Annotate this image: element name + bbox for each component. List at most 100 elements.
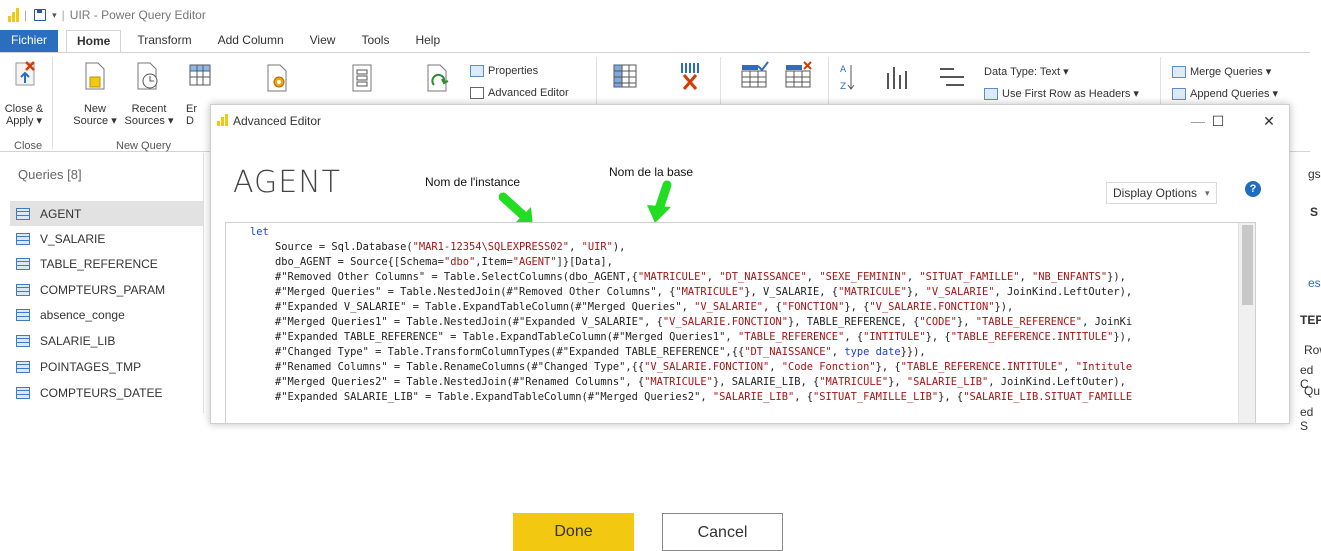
code-string: "TABLE_REFERENCE.INTITULE" xyxy=(900,361,1064,373)
enter-data-button[interactable]: Er D xyxy=(186,103,204,127)
advanced-editor-button[interactable]: Advanced Editor xyxy=(470,87,569,99)
close-apply-button[interactable]: Close & Apply ▾ xyxy=(2,103,46,127)
data-type-label: Data Type: Text ▾ xyxy=(984,66,1069,78)
tab-help[interactable]: Help xyxy=(405,30,450,52)
arrow-to-database-icon xyxy=(647,180,672,223)
quick-access-dropdown-icon[interactable]: ▾ xyxy=(52,10,57,21)
cancel-button[interactable]: Cancel xyxy=(662,513,783,551)
code-text: }), xyxy=(1113,331,1133,343)
group-label-new-query: New Query xyxy=(116,140,172,152)
code-string: "AGENT" xyxy=(512,256,557,268)
query-item-compteurs-datee[interactable]: COMPTEURS_DATEE xyxy=(10,380,204,405)
code-string: "MATRICULE" xyxy=(637,271,707,283)
code-string: "MATRICULE" xyxy=(819,376,889,388)
close-button[interactable]: ✕ xyxy=(1254,109,1284,133)
new-source-label-1: New xyxy=(83,103,106,115)
code-text: }, { xyxy=(875,361,901,373)
code-text: , xyxy=(1019,271,1033,283)
settings-fragment: Row xyxy=(1304,343,1321,357)
code-line: #"Changed Type" = Table.TransformColumnT… xyxy=(250,345,1132,360)
code-text: , xyxy=(1063,361,1076,373)
close-apply-label-1: Close & xyxy=(4,103,44,115)
data-source-settings-icon xyxy=(267,64,287,92)
split-column-icon xyxy=(887,67,907,89)
enter-data-label-2: D xyxy=(186,115,194,127)
query-item-label: COMPTEURS_DATEE xyxy=(40,385,163,400)
title-separator: | xyxy=(24,8,28,22)
code-string: "SALARIE_LIB" xyxy=(712,391,795,403)
query-item-label: absence_conge xyxy=(40,307,125,322)
data-type-button[interactable]: Data Type: Text ▾ xyxy=(984,65,1069,78)
code-line: Source = Sql.Database("MAR1-12354\SQLEXP… xyxy=(250,240,1132,255)
code-string: "INTITULE" xyxy=(863,331,926,343)
code-text: }, TABLE_REFERENCE, { xyxy=(788,316,920,328)
recent-sources-button[interactable]: Recent Sources ▾ xyxy=(122,103,176,127)
vertical-scrollbar[interactable] xyxy=(1238,223,1255,423)
code-text: }, V_SALARIE, { xyxy=(744,286,839,298)
code-string: "V_SALARIE" xyxy=(694,301,763,313)
query-item-pointages-tmp[interactable]: POINTAGES_TMP xyxy=(10,354,204,379)
code-text: ]}[Data], xyxy=(556,256,613,268)
sort-icon: A Z xyxy=(840,65,855,92)
query-item-table-reference[interactable]: TABLE_REFERENCE xyxy=(10,251,204,276)
code-text: , xyxy=(706,271,720,283)
code-string: "TABLE_REFERENCE" xyxy=(975,316,1083,328)
new-source-button[interactable]: New Source ▾ xyxy=(72,103,118,127)
save-icon[interactable] xyxy=(34,9,47,21)
code-string: "V_SALARIE.FONCTION" xyxy=(644,361,770,373)
settings-fragment: es xyxy=(1308,276,1321,290)
properties-icon xyxy=(470,65,484,77)
code-editor[interactable]: let Source = Sql.Database("MAR1-12354\SQ… xyxy=(225,222,1256,423)
code-keyword: let xyxy=(250,226,269,238)
code-text: }), xyxy=(994,301,1014,313)
svg-text:Z: Z xyxy=(840,82,846,92)
new-source-icon xyxy=(85,62,105,90)
tab-fichier[interactable]: Fichier xyxy=(0,30,59,52)
settings-fragment: TEPS xyxy=(1300,313,1321,327)
properties-button[interactable]: Properties xyxy=(470,65,538,77)
query-item-absence-conge[interactable]: absence_conge xyxy=(10,302,204,327)
merge-queries-button[interactable]: Merge Queries ▾ xyxy=(1172,65,1271,78)
query-item-agent[interactable]: AGENT xyxy=(10,201,204,226)
code-text: #"Merged Queries1" = Table.NestedJoin(#"… xyxy=(250,316,663,328)
annotation-database-name: Nom de la base xyxy=(609,165,694,179)
help-icon[interactable]: ? xyxy=(1245,181,1261,197)
manage-parameters-icon xyxy=(352,64,372,92)
code-text: Source = Sql.Database( xyxy=(250,241,413,253)
title-separator: | xyxy=(61,8,65,22)
code-text: , JoinKind.LeftOuter), xyxy=(988,376,1126,388)
append-queries-icon xyxy=(1172,87,1186,100)
tab-tools[interactable]: Tools xyxy=(351,30,399,52)
code-text: }, { xyxy=(938,391,964,403)
window-title: UIR - Power Query Editor xyxy=(69,8,206,22)
code-string: "V_SALARIE.FONCTION" xyxy=(662,316,789,328)
code-string: "UIR" xyxy=(581,241,613,253)
code-text: }, { xyxy=(844,301,870,313)
code-string: "MAR1-12354\SQLEXPRESS02" xyxy=(412,241,570,253)
code-text: , { xyxy=(794,391,814,403)
scrollbar-thumb[interactable] xyxy=(1242,225,1253,305)
code-string: "DT_NAISSANCE" xyxy=(744,346,832,358)
code-text: , { xyxy=(844,331,864,343)
code-text: }, xyxy=(888,376,907,388)
properties-label: Properties xyxy=(488,65,539,77)
query-item-compteurs-param[interactable]: COMPTEURS_PARAM xyxy=(10,277,204,302)
code-text: }}), xyxy=(900,346,926,358)
tab-add-column[interactable]: Add Column xyxy=(208,30,294,52)
tab-transform[interactable]: Transform xyxy=(127,30,201,52)
query-item-v-salarie[interactable]: V_SALARIE xyxy=(10,226,204,251)
use-first-row-headers-button[interactable]: Use First Row as Headers ▾ xyxy=(984,87,1139,100)
code-keyword: type date xyxy=(844,346,901,358)
advanced-editor-dialog: Advanced Editor — ☐ ✕ AGENT Nom de l'ins… xyxy=(210,104,1290,424)
display-options-dropdown[interactable]: Display Options ▾ xyxy=(1106,182,1217,204)
done-button[interactable]: Done xyxy=(513,513,634,551)
tab-home[interactable]: Home xyxy=(66,30,122,52)
code-text: #"Merged Queries2" = Table.NestedJoin(#"… xyxy=(250,376,645,388)
code-text: }), xyxy=(1107,271,1126,283)
query-item-salarie-lib[interactable]: SALARIE_LIB xyxy=(10,328,204,353)
recent-sources-icon xyxy=(137,62,158,90)
title-bar: | ▾ | UIR - Power Query Editor xyxy=(0,0,1321,30)
append-queries-button[interactable]: Append Queries ▾ xyxy=(1172,87,1278,100)
tab-view[interactable]: View xyxy=(300,30,346,52)
maximize-button[interactable]: ☐ xyxy=(1203,109,1233,133)
